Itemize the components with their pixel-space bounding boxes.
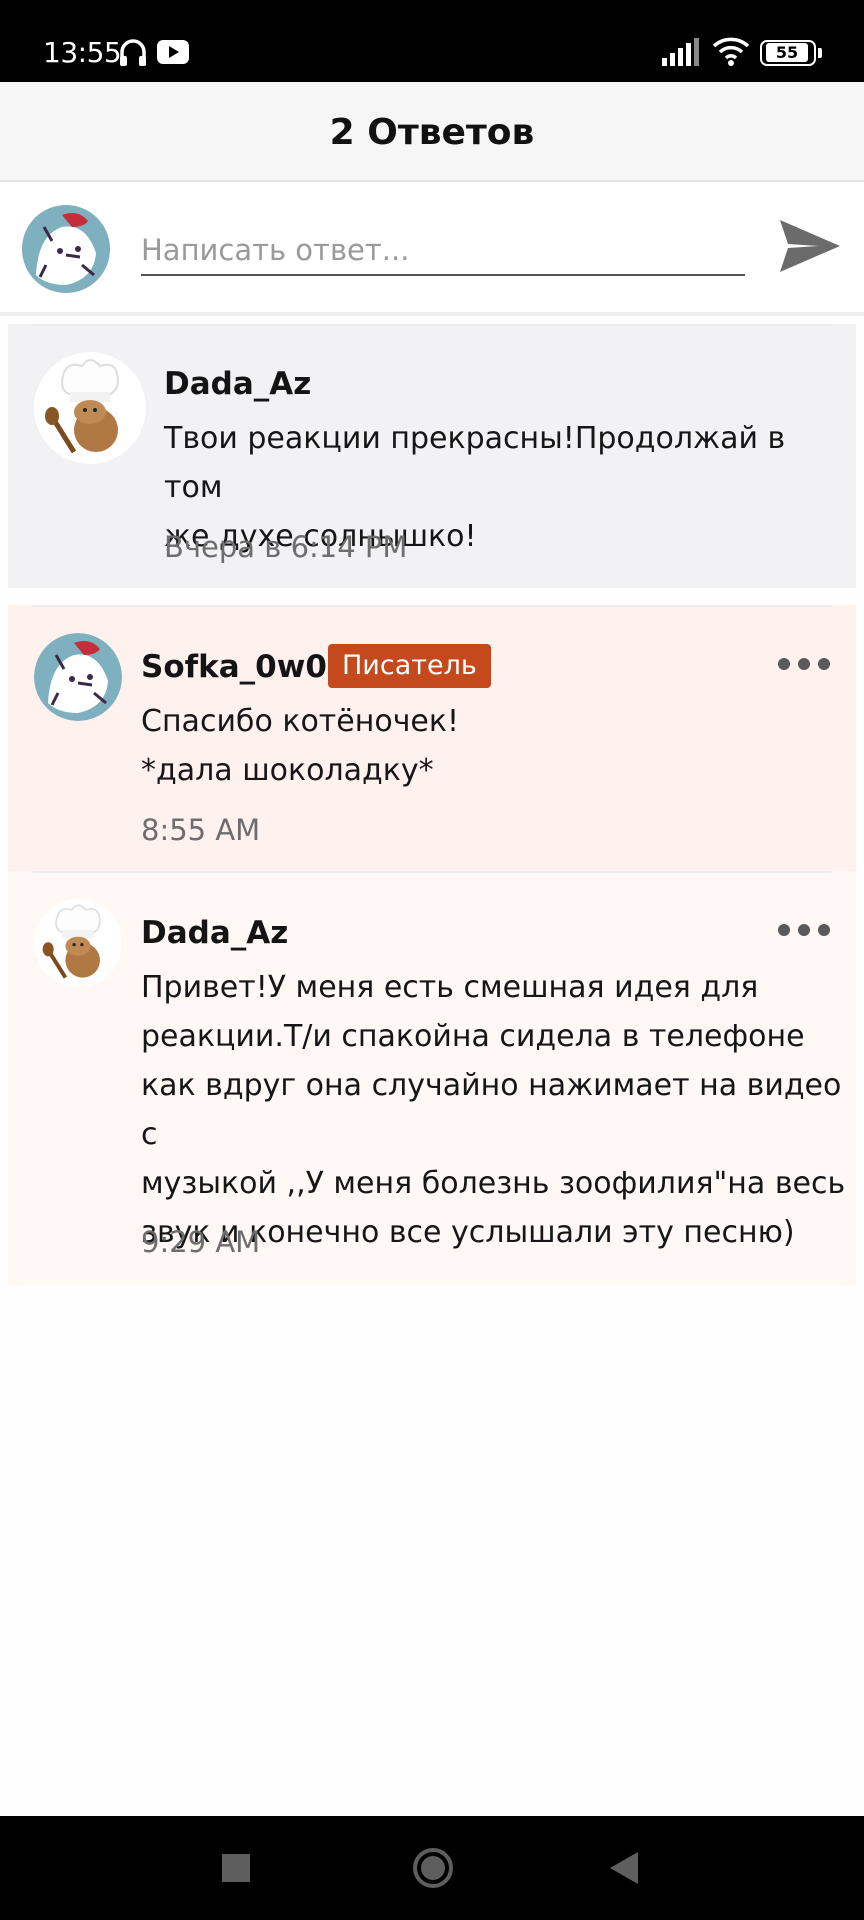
drawn-cat-avatar[interactable] <box>34 633 122 721</box>
status-bar: 13:55 55 <box>0 0 864 82</box>
comment-username[interactable]: Dada_Az <box>164 366 311 402</box>
comment-username[interactable]: Dada_Az <box>141 915 288 951</box>
comment-username[interactable]: Sofka_0w0 <box>141 649 327 685</box>
chef-cat-avatar[interactable] <box>34 899 122 987</box>
back-icon <box>610 1852 638 1884</box>
comment-text: Спасибо котёночек! *дала шоколадку* <box>141 704 460 788</box>
reply-composer <box>0 184 864 316</box>
system-nav-bar <box>0 1816 864 1920</box>
send-icon <box>780 220 840 272</box>
reply-input[interactable] <box>141 226 745 276</box>
comment-timestamp: 8:55 AM <box>141 813 261 847</box>
headphones-icon <box>120 39 146 66</box>
chef-cat-avatar[interactable] <box>34 352 146 464</box>
home-icon <box>413 1848 453 1888</box>
comment-item: Sofka_0w0 Писатель Спасибо котёночек! *д… <box>8 605 856 871</box>
comment-timestamp: Вчера в 6:14 PM <box>164 530 408 564</box>
back-button[interactable] <box>610 1852 640 1884</box>
wifi-icon <box>712 37 750 66</box>
comment-item: Dada_Az Привет!У меня есть смешная идея … <box>8 871 856 1285</box>
comment-text: Привет!У меня есть смешная идея для реак… <box>141 970 846 1250</box>
recent-apps-button[interactable] <box>222 1854 250 1882</box>
page-title: 2 Ответов <box>329 112 535 153</box>
status-time: 13:55 <box>43 36 122 69</box>
battery-icon: 55 <box>760 40 822 66</box>
home-button[interactable] <box>412 1847 454 1889</box>
more-options-button[interactable] <box>778 915 834 945</box>
header: 2 Ответов <box>0 82 864 182</box>
more-options-button[interactable] <box>778 649 834 679</box>
comment-item: Dada_Az Твои реакции прекрасны!Продолжай… <box>8 324 856 588</box>
recent-apps-icon <box>222 1854 250 1882</box>
send-button[interactable] <box>774 210 846 282</box>
signal-icon <box>662 38 699 66</box>
current-user-avatar[interactable] <box>22 205 110 293</box>
youtube-icon <box>157 40 189 64</box>
writer-badge: Писатель <box>328 644 491 688</box>
battery-level: 55 <box>766 43 808 62</box>
comment-timestamp: 9:29 AM <box>141 1225 261 1259</box>
